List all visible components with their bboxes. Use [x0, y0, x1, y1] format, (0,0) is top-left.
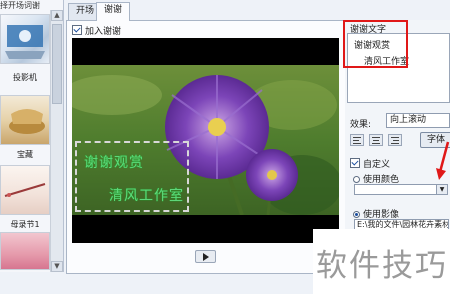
add-credits-checkbox[interactable]: 加入谢谢: [72, 24, 121, 37]
radio-on-icon[interactable]: [353, 211, 360, 218]
custom-label: 自定义: [363, 160, 391, 170]
caption-line-1: 谢谢观赏: [84, 155, 144, 171]
scroll-up-icon[interactable]: ▲: [51, 10, 63, 21]
checkbox-checked-icon[interactable]: [350, 158, 360, 168]
thumbnail-label-section: 母录节1: [10, 220, 40, 229]
theme-list-title: 择开场词谢: [0, 1, 40, 10]
caption-frame[interactable]: 谢谢观赏 清风工作室: [75, 141, 189, 212]
red-arrow-icon: [436, 141, 450, 180]
thumbnail-projector[interactable]: [0, 14, 50, 64]
watermark-text: 软件技巧: [316, 248, 448, 284]
checkbox-checked-icon[interactable]: [72, 25, 82, 35]
highlight-box: [343, 20, 408, 68]
preview-canvas: 谢谢观赏 清风工作室: [72, 38, 339, 243]
tab-credits[interactable]: 谢谢: [96, 2, 131, 21]
align-left-icon[interactable]: [350, 134, 364, 146]
effect-label: 效果:: [350, 120, 372, 130]
radio-off-icon[interactable]: [353, 176, 360, 183]
caption-line-2: 清风工作室: [109, 188, 184, 204]
scroll-down-icon[interactable]: ▼: [51, 261, 63, 272]
custom-checkbox[interactable]: 自定义: [350, 157, 390, 170]
thumbnail-pen[interactable]: [0, 165, 50, 215]
align-right-icon[interactable]: [388, 134, 402, 146]
add-credits-label: 加入谢谢: [85, 27, 122, 37]
thumbnail-treasure[interactable]: [0, 95, 50, 145]
effect-select[interactable]: 向上滚动: [386, 113, 450, 128]
thumbnail-label-treasure: 宝藏: [17, 150, 33, 159]
thumbnail-label-projector: 投影机: [13, 73, 37, 82]
play-button[interactable]: [195, 250, 216, 263]
align-center-icon[interactable]: [369, 134, 383, 146]
scrollbar-thumb[interactable]: [52, 24, 62, 104]
play-icon: [203, 253, 209, 261]
chevron-down-icon[interactable]: ▼: [436, 184, 448, 195]
color-picker-field[interactable]: [354, 184, 444, 195]
theme-list-scrollbar[interactable]: ▲ ▼: [50, 10, 63, 272]
thumbnail-pink[interactable]: [0, 232, 50, 270]
